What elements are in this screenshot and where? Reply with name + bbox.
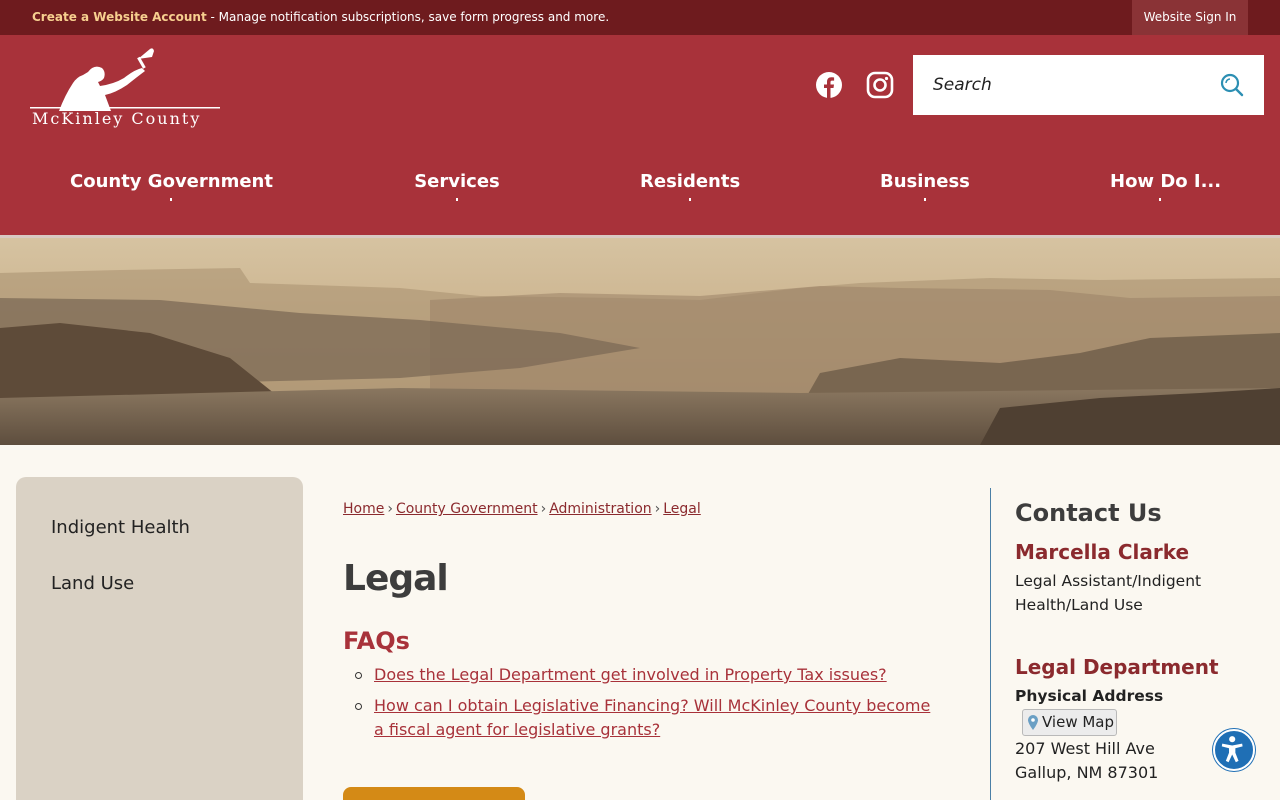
nav-dot <box>456 198 458 201</box>
faq-heading: FAQs <box>343 627 410 655</box>
nav-services[interactable]: Services <box>414 171 500 201</box>
site-header: McKinley County County Government Servic… <box>0 35 1280 235</box>
breadcrumb-administration[interactable]: Administration <box>549 501 651 517</box>
breadcrumb-separator: › <box>540 501 547 517</box>
account-message: Create a Website Account - Manage notifi… <box>32 10 609 24</box>
breadcrumb-legal[interactable]: Legal <box>663 501 701 517</box>
sidebar-nav: Indigent Health Land Use <box>16 477 303 800</box>
contact-title: Contact Us <box>1015 499 1162 527</box>
breadcrumb-home[interactable]: Home <box>343 501 384 517</box>
search-icon[interactable] <box>1219 72 1245 98</box>
nav-label: How Do I... <box>1110 171 1222 192</box>
nav-label: Services <box>414 171 500 192</box>
nav-dot <box>689 198 691 201</box>
breadcrumb-separator: › <box>654 501 661 517</box>
website-sign-in-button[interactable]: Website Sign In <box>1132 0 1248 35</box>
faq-list: Does the Legal Department get involved i… <box>355 663 945 749</box>
breadcrumb-separator: › <box>387 501 393 517</box>
nav-label: Business <box>880 171 970 192</box>
search-box <box>913 55 1264 115</box>
nav-dot <box>169 198 172 201</box>
bullet <box>355 672 362 679</box>
nav-dot <box>1159 198 1161 201</box>
list-item: How can I obtain Legislative Financing? … <box>355 694 945 742</box>
nav-county-government[interactable]: County Government <box>70 171 273 201</box>
view-map-button[interactable]: View Map <box>1022 709 1117 736</box>
sidebar-item-indigent-health[interactable]: Indigent Health <box>51 517 190 538</box>
accessibility-button[interactable] <box>1213 729 1255 771</box>
physical-address-label: Physical Address <box>1015 687 1164 705</box>
facebook-icon[interactable] <box>815 71 843 99</box>
top-bar: Create a Website Account - Manage notifi… <box>0 0 1280 35</box>
account-description: - Manage notification subscriptions, sav… <box>206 10 610 24</box>
nav-dot <box>923 198 926 201</box>
nav-business[interactable]: Business <box>880 171 970 201</box>
create-account-link[interactable]: Create a Website Account <box>32 10 207 24</box>
contact-divider <box>990 488 991 800</box>
bullet <box>355 703 362 710</box>
hero-landscape-image <box>0 238 1280 445</box>
nav-label: Residents <box>640 171 741 192</box>
nav-how-do-i[interactable]: How Do I... <box>1110 171 1221 201</box>
address-line-1: 207 West Hill Ave <box>1015 739 1155 758</box>
contact-name: Marcella Clarke <box>1015 540 1190 564</box>
address-line-2: Gallup, NM 87301 <box>1015 763 1159 782</box>
contact-role: Legal Assistant/Indigent Health/Land Use <box>1015 572 1202 614</box>
more-button[interactable] <box>343 787 525 800</box>
sidebar-item-land-use[interactable]: Land Use <box>51 573 134 594</box>
breadcrumb: Home › County Government › Administration › Le… <box>343 501 701 517</box>
page-title: Legal <box>343 558 449 599</box>
faq-link[interactable]: Does the Legal Department get involved i… <box>374 665 887 684</box>
instagram-icon[interactable] <box>866 71 894 99</box>
accessibility-icon <box>1221 736 1243 763</box>
department-name: Legal Department <box>1015 655 1219 679</box>
logo-wordmark: McKinley County <box>32 109 202 128</box>
search-input[interactable] <box>913 55 1213 115</box>
nav-label: County Government <box>70 171 273 192</box>
list-item: Does the Legal Department get involved i… <box>355 663 945 687</box>
map-pin-icon <box>1028 715 1038 730</box>
view-map-label: View Map <box>1042 713 1115 731</box>
breadcrumb-county-government[interactable]: County Government <box>396 501 538 517</box>
faq-link[interactable]: How can I obtain Legislative Financing? … <box>374 696 930 739</box>
nav-residents[interactable]: Residents <box>640 171 740 201</box>
